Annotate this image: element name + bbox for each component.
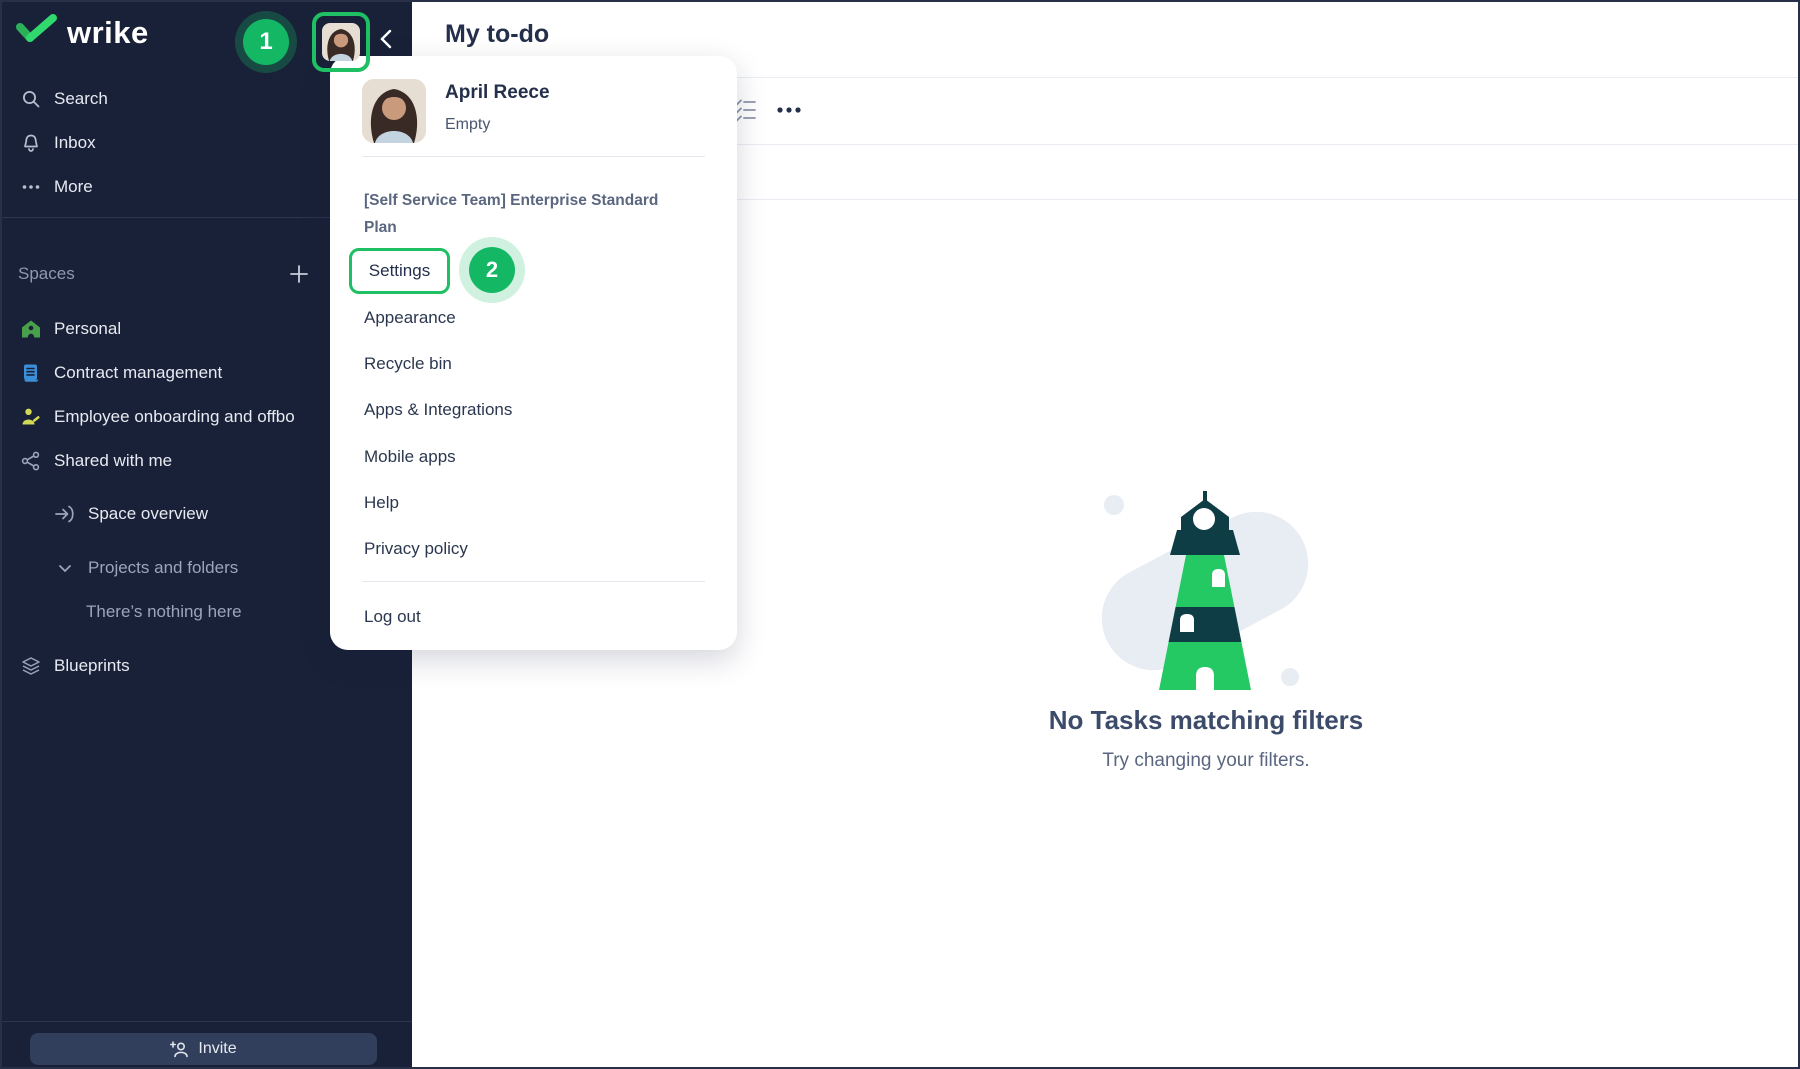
wrike-logo-icon [16,14,58,51]
annotation-step-1-number: 1 [243,19,289,65]
account-avatar-button[interactable] [312,12,370,72]
wrike-logo-text: wrike [67,15,149,51]
menu-item-privacy-policy[interactable]: Privacy policy [330,526,737,572]
sidebar-item-label: Search [54,89,108,109]
ellipsis-icon [20,176,42,198]
personal-space-icon [20,318,42,340]
menu-item-label: Privacy policy [364,539,468,558]
sidebar-space-label: Contract management [54,363,222,383]
sidebar-item-label: Blueprints [54,656,130,676]
sidebar-space-label: Personal [54,319,121,339]
profile-avatar [362,79,426,143]
menu-item-appearance[interactable]: Appearance [330,295,737,341]
page-title: My to-do [445,20,549,49]
annotation-step-2-number: 2 [469,247,515,293]
more-options-icon[interactable] [775,97,803,123]
menu-item-label: Help [364,493,399,512]
add-space-icon[interactable] [285,260,313,288]
invite-button[interactable]: Invite [30,1033,377,1065]
employee-space-icon [20,406,42,428]
invite-button-label: Invite [198,1040,236,1058]
wrike-logo[interactable]: wrike [16,14,149,51]
profile-dropdown-menu: April Reece Empty [Self Service Team] En… [330,56,737,650]
space-overview-icon [54,503,76,525]
layers-icon [20,655,42,677]
menu-item-mobile-apps[interactable]: Mobile apps [330,434,737,480]
plan-label: [Self Service Team] Enterprise Standard … [364,187,694,241]
profile-name: April Reece [445,82,550,104]
account-avatar-image [322,23,360,61]
menu-item-label: Apps & Integrations [364,400,512,419]
menu-item-log-out[interactable]: Log out [330,594,737,640]
annotation-step-1-badge: 1 [235,11,297,73]
empty-tree-label: There’s nothing here [86,602,242,622]
app-window: My to-do [0,0,1800,1069]
menu-item-label: Recycle bin [364,354,452,373]
sidebar-item-label: More [54,177,93,197]
sidebar-space-label: Employee onboarding and offbo [54,407,295,427]
empty-state-subtitle: Try changing your filters. [906,750,1506,772]
menu-item-apps-integrations[interactable]: Apps & Integrations [330,387,737,433]
menu-item-label: Mobile apps [364,447,456,466]
annotation-step-2-badge: 2 [459,237,525,303]
menu-divider [362,581,705,582]
share-icon [20,450,42,472]
lighthouse-illustration [1099,487,1311,702]
menu-item-settings[interactable]: Settings [349,248,450,294]
sidebar-bottom-divider [2,1021,412,1022]
empty-state-title: No Tasks matching filters [906,705,1506,736]
bell-icon [20,132,42,154]
sidebar-space-label: Shared with me [54,451,172,471]
spaces-label: Spaces [18,264,75,284]
menu-item-label: Log out [364,607,421,626]
menu-item-label: Settings [369,261,430,281]
search-icon [20,88,42,110]
sidebar-item-blueprints[interactable]: Blueprints [2,644,412,688]
menu-item-recycle-bin[interactable]: Recycle bin [330,341,737,387]
profile-status[interactable]: Empty [445,116,490,134]
sidebar-item-label: Projects and folders [88,558,238,578]
chevron-down-icon [54,557,76,579]
menu-divider [362,156,705,157]
menu-item-label: Appearance [364,308,456,327]
sidebar-item-label: Space overview [88,504,208,524]
person-plus-icon [170,1040,190,1058]
menu-item-help[interactable]: Help [330,480,737,526]
collapse-sidebar-icon[interactable] [372,21,400,57]
sidebar-item-label: Inbox [54,133,96,153]
contract-space-icon [20,362,42,384]
